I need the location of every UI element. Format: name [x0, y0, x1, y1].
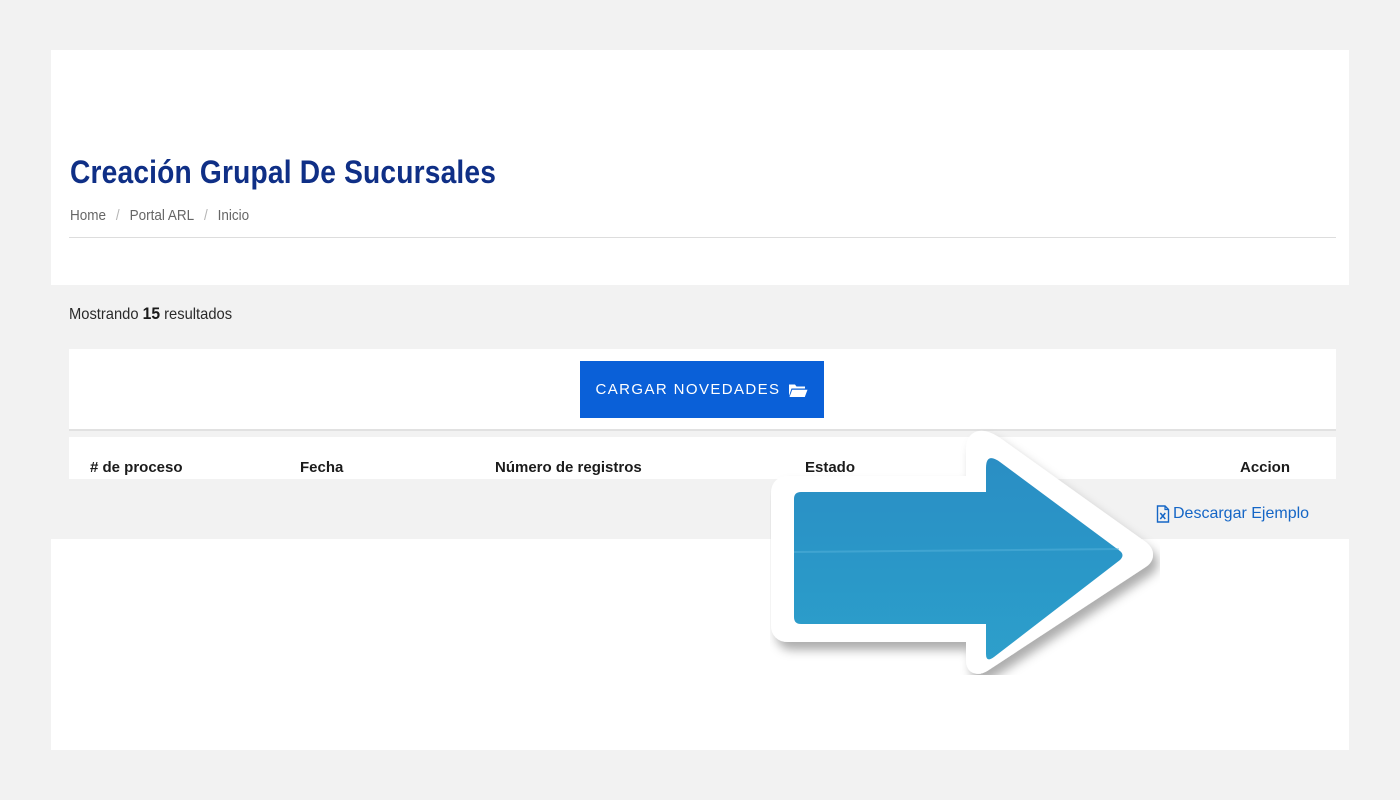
column-header-process: # de proceso [90, 459, 183, 476]
breadcrumb-home[interactable]: Home [70, 207, 106, 224]
arrow-callout [770, 425, 1160, 675]
breadcrumb: Home / Portal ARL / Inicio [70, 207, 249, 224]
download-example-label: Descargar Ejemplo [1173, 505, 1310, 522]
upload-button-label: CARGAR NOVEDADES [595, 381, 781, 398]
results-number: 15 [142, 304, 161, 323]
breadcrumb-separator: / [204, 207, 208, 224]
folder-open-icon [789, 384, 808, 397]
header-divider [69, 237, 1336, 238]
arrow-right-icon [771, 430, 1153, 674]
column-header-action: Accion [1240, 459, 1291, 476]
breadcrumb-separator: / [115, 207, 120, 224]
upload-panel: CARGAR NOVEDADES [69, 349, 1336, 429]
results-prefix: Mostrando [69, 306, 139, 323]
download-example-link[interactable]: Descargar Ejemplo [1156, 505, 1309, 523]
column-header-date: Fecha [300, 459, 344, 476]
breadcrumb-current: Inicio [217, 207, 250, 224]
header-card: Creación Grupal De Sucursales Home / Porta… [51, 50, 1349, 285]
results-suffix: resultados [164, 306, 233, 323]
page-title: Creación Grupal De Sucursales [70, 154, 497, 190]
upload-novedades-button[interactable]: CARGAR NOVEDADES [580, 361, 824, 418]
results-count: Mostrando 15 resultados [69, 304, 232, 324]
breadcrumb-portal-arl[interactable]: Portal ARL [130, 207, 195, 224]
column-header-records: Número de registros [495, 459, 642, 476]
